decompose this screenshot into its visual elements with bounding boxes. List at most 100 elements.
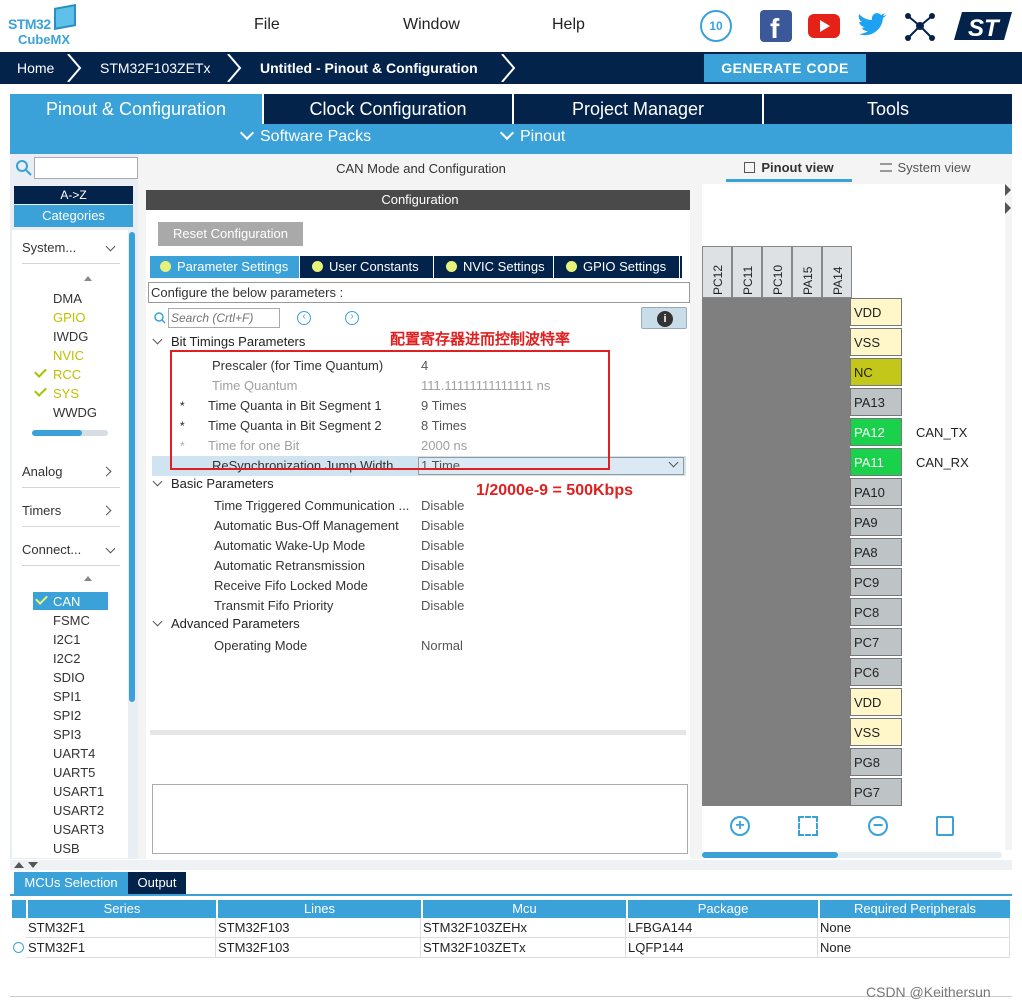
tab-tools[interactable]: Tools bbox=[764, 94, 1012, 124]
facebook-icon[interactable]: f bbox=[760, 10, 792, 44]
parameter-row[interactable]: Operating Mode Normal bbox=[152, 636, 686, 656]
twitter-icon[interactable] bbox=[856, 10, 888, 42]
tab-pinout-view[interactable]: Pinout view bbox=[726, 158, 852, 182]
connectivity-item[interactable]: SPI1 bbox=[33, 687, 108, 705]
reset-configuration-button[interactable]: Reset Configuration bbox=[158, 222, 303, 246]
search-previous-icon[interactable]: ‹ bbox=[297, 311, 311, 325]
pin-pc11[interactable]: PC11 bbox=[732, 246, 762, 298]
breadcrumb-mcu[interactable]: STM32F103ZETx bbox=[100, 52, 210, 84]
column-header[interactable]: Package bbox=[626, 900, 818, 918]
connectivity-item[interactable]: I2C2 bbox=[33, 649, 108, 667]
pinout-canvas[interactable]: PC12 PC11 PC10 PA15 PA14 VDD VSS NC PA13 PA12 CAN… bbox=[702, 184, 1004, 854]
horizontal-scrollbar-thumb[interactable] bbox=[32, 430, 82, 436]
pin-pa13[interactable]: PA13 bbox=[850, 388, 902, 416]
menu-window[interactable]: Window bbox=[403, 16, 460, 34]
category-search-input[interactable] bbox=[34, 157, 138, 179]
parameter-row[interactable]: Receive Fifo Locked Mode Disable bbox=[152, 576, 686, 596]
pin-vdd[interactable]: VDD bbox=[850, 298, 902, 326]
system-item[interactable]: DMA bbox=[12, 289, 130, 307]
pinout-menu[interactable]: Pinout bbox=[499, 125, 565, 146]
connectivity-item[interactable]: USART3 bbox=[33, 820, 108, 838]
system-item[interactable]: GPIO bbox=[12, 308, 130, 326]
system-item[interactable]: NVIC bbox=[12, 346, 130, 364]
column-header[interactable]: Required Peripherals bbox=[818, 900, 1010, 918]
menu-file[interactable]: File bbox=[254, 16, 280, 34]
connectivity-item[interactable]: USB bbox=[33, 839, 108, 857]
tab-project-manager[interactable]: Project Manager bbox=[514, 94, 762, 124]
config-tab[interactable]: NVIC Settings bbox=[436, 256, 554, 278]
parameter-row[interactable]: Automatic Retransmission Disable bbox=[152, 556, 686, 576]
parameter-row[interactable]: Automatic Wake-Up Mode Disable bbox=[152, 536, 686, 556]
column-header[interactable]: Lines bbox=[216, 900, 421, 918]
tab-pinout-configuration[interactable]: Pinout & Configuration bbox=[10, 94, 262, 124]
pin-nc[interactable]: NC bbox=[850, 358, 902, 386]
info-button[interactable]: i bbox=[641, 307, 687, 329]
pin-pc9[interactable]: PC9 bbox=[850, 568, 902, 596]
connectivity-item[interactable]: USART1 bbox=[33, 782, 108, 800]
expand-up-icon[interactable] bbox=[14, 862, 24, 868]
pin-pc7[interactable]: PC7 bbox=[850, 628, 902, 656]
category-analog[interactable]: Analog bbox=[22, 464, 120, 488]
pin-pc12[interactable]: PC12 bbox=[702, 246, 732, 298]
network-icon[interactable] bbox=[904, 10, 936, 42]
connectivity-item[interactable]: SPI2 bbox=[33, 706, 108, 724]
zoom-out-icon[interactable]: − bbox=[868, 816, 888, 836]
category-timers[interactable]: Timers bbox=[22, 503, 120, 527]
section-basic-parameters[interactable]: Basic Parameters bbox=[152, 476, 274, 494]
pin-vdd[interactable]: VDD bbox=[850, 688, 902, 716]
collapse-down-icon[interactable] bbox=[28, 862, 38, 868]
section-advanced-parameters[interactable]: Advanced Parameters bbox=[152, 616, 300, 634]
tab-system-view[interactable]: System view bbox=[870, 158, 980, 182]
connectivity-item[interactable]: FSMC bbox=[33, 611, 108, 629]
table-row[interactable]: STM32F1 STM32F103 STM32F103ZETx LQFP144 None bbox=[12, 938, 1010, 958]
panel-splitter[interactable] bbox=[138, 154, 146, 859]
pin-pa15[interactable]: PA15 bbox=[792, 246, 822, 298]
vertical-scrollbar-thumb[interactable] bbox=[129, 232, 135, 702]
column-header[interactable]: Series bbox=[26, 900, 216, 918]
connectivity-item[interactable]: I2C1 bbox=[33, 630, 108, 648]
horizontal-scrollbar[interactable] bbox=[702, 852, 1002, 858]
zoom-in-icon[interactable]: + bbox=[730, 816, 750, 836]
scroll-up-icon[interactable] bbox=[84, 276, 92, 281]
breadcrumb-home[interactable]: Home bbox=[17, 52, 54, 84]
system-item[interactable]: WWDG bbox=[12, 403, 130, 421]
config-tab[interactable]: User Constants bbox=[302, 256, 434, 278]
connectivity-item[interactable]: UART4 bbox=[33, 744, 108, 762]
pin-pg8[interactable]: PG8 bbox=[850, 748, 902, 776]
pin-pc8[interactable]: PC8 bbox=[850, 598, 902, 626]
youtube-icon[interactable] bbox=[808, 14, 840, 38]
search-next-icon[interactable]: › bbox=[345, 311, 359, 325]
scroll-up-icon[interactable] bbox=[84, 576, 92, 581]
pin-pa9[interactable]: PA9 bbox=[850, 508, 902, 536]
tab-mcus-selection[interactable]: MCUs Selection bbox=[14, 872, 128, 894]
categories-button[interactable]: Categories bbox=[14, 205, 133, 227]
pin-pa14[interactable]: PA14 bbox=[822, 246, 852, 298]
pin-pg7[interactable]: PG7 bbox=[850, 778, 902, 806]
category-connectivity[interactable]: Connect... bbox=[22, 542, 120, 566]
scroll-right-icon[interactable] bbox=[1005, 184, 1011, 196]
generate-code-button[interactable]: GENERATE CODE bbox=[704, 54, 866, 82]
parameter-row[interactable]: Transmit Fifo Priority Disable bbox=[152, 596, 686, 616]
anniversary-badge-icon[interactable]: 10 bbox=[700, 10, 732, 42]
software-packs-menu[interactable]: Software Packs bbox=[239, 125, 371, 146]
pin-pc10[interactable]: PC10 bbox=[762, 246, 792, 298]
export-image-icon[interactable] bbox=[936, 816, 954, 836]
connectivity-item[interactable]: CAN bbox=[33, 592, 108, 610]
connectivity-item[interactable]: SPI3 bbox=[33, 725, 108, 743]
sort-az-button[interactable]: A->Z bbox=[14, 186, 133, 204]
pin-pa11[interactable]: PA11 bbox=[850, 448, 902, 476]
scroll-right-icon[interactable] bbox=[1005, 202, 1011, 214]
vertical-scrollbar[interactable] bbox=[1005, 184, 1012, 850]
menu-help[interactable]: Help bbox=[552, 16, 585, 34]
category-system[interactable]: System... bbox=[22, 240, 120, 264]
horizontal-scrollbar[interactable] bbox=[32, 430, 108, 436]
vertical-scrollbar[interactable] bbox=[128, 230, 136, 858]
pin-vss[interactable]: VSS bbox=[850, 718, 902, 746]
fit-to-screen-icon[interactable] bbox=[798, 816, 818, 836]
connectivity-item[interactable]: SDIO bbox=[33, 668, 108, 686]
parameter-search-input[interactable] bbox=[168, 308, 280, 328]
horizontal-scrollbar[interactable] bbox=[150, 730, 686, 735]
system-item[interactable]: SYS bbox=[12, 384, 130, 402]
table-row[interactable]: STM32F1 STM32F103 STM32F103ZEHx LFBGA144 Non… bbox=[12, 918, 1010, 938]
pin-pc6[interactable]: PC6 bbox=[850, 658, 902, 686]
